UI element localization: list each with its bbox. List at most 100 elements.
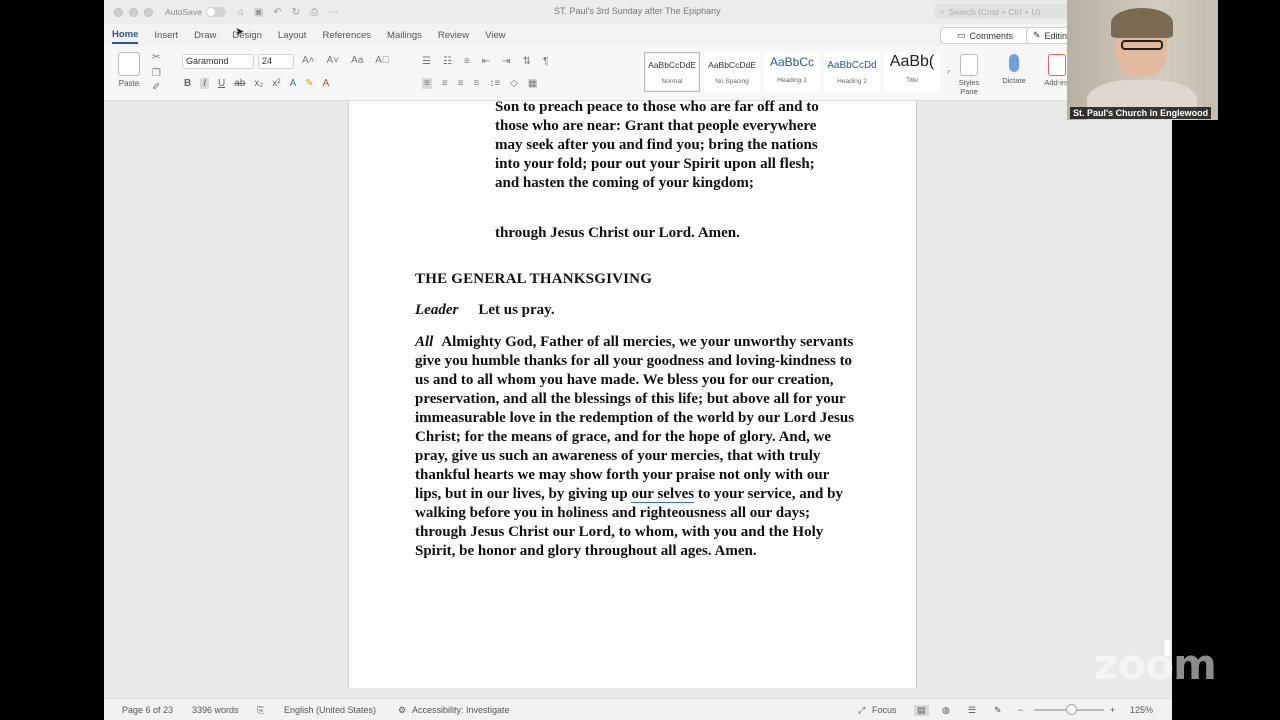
tab-insert[interactable]: Insert <box>154 28 178 43</box>
line-spacing-icon[interactable]: ↕≡ <box>489 78 500 89</box>
accessibility-status[interactable]: Accessibility: Investigate <box>412 705 510 715</box>
format-painter-icon[interactable]: ✐ <box>152 82 160 93</box>
minimize-window-button[interactable] <box>129 7 138 17</box>
title-bar: AutoSave ⌂ ▣ ↶ ↻ ⎙ ⋯ ST. Paul's 3rd Sund… <box>104 0 1172 24</box>
numbering-icon[interactable]: ☷ <box>443 56 452 67</box>
style-name: Heading 1 <box>777 77 807 84</box>
section-heading[interactable]: THE GENERAL THANKSGIVING <box>415 270 652 289</box>
borders-icon[interactable]: ▦ <box>528 78 537 89</box>
word-count[interactable]: 3396 words <box>192 705 239 715</box>
draft-view-icon[interactable]: ✎ <box>994 705 1002 716</box>
text-effects-icon[interactable]: A <box>290 78 297 89</box>
tab-view[interactable]: View <box>485 28 505 43</box>
grow-font-icon[interactable]: A˄ <box>302 55 315 66</box>
zoom-level[interactable]: 125% <box>1130 705 1153 715</box>
more-icon[interactable]: ⋯ <box>328 7 338 18</box>
zoom-out-icon[interactable]: − <box>1018 705 1023 715</box>
quick-access-toolbar: ⌂ ▣ ↶ ↻ ⎙ ⋯ <box>238 7 338 18</box>
collect-paragraph[interactable]: Son to preach peace to those who are far… <box>495 98 835 193</box>
collect-amen[interactable]: through Jesus Christ our Lord. Amen. <box>495 224 740 243</box>
style-no-spacing[interactable]: AaBbCcDdE No Spacing <box>704 52 760 92</box>
style-heading-2[interactable]: AaBbCcDd Heading 2 <box>824 52 880 92</box>
underline-icon[interactable]: U <box>218 78 225 89</box>
styles-more-icon[interactable]: › <box>947 66 950 76</box>
tab-mailings[interactable]: Mailings <box>387 28 422 43</box>
participant-video[interactable]: St. Paul's Church in Englewood <box>1067 0 1218 120</box>
increase-indent-icon[interactable]: ⇥ <box>502 56 510 67</box>
style-normal[interactable]: AaBbCcDdE Normal <box>644 52 700 92</box>
all-label: All <box>415 334 434 350</box>
sort-icon[interactable]: ⇅ <box>523 56 531 67</box>
save-icon[interactable]: ▣ <box>254 7 263 18</box>
strikethrough-icon[interactable]: ab <box>234 78 245 89</box>
tab-home[interactable]: Home <box>112 27 139 44</box>
comments-button[interactable]: ▭ Comments <box>940 27 1030 44</box>
focus-label[interactable]: Focus <box>872 705 897 715</box>
style-name: No Spacing <box>715 78 749 85</box>
italic-icon[interactable]: I <box>200 78 210 89</box>
home-icon[interactable]: ⌂ <box>238 7 244 18</box>
page-count[interactable]: Page 6 of 23 <box>122 705 173 715</box>
zoom-in-icon[interactable]: + <box>1110 705 1115 715</box>
shrink-font-icon[interactable]: A˅ <box>327 55 340 66</box>
bold-icon[interactable]: B <box>184 78 191 89</box>
leader-label: Leader <box>415 302 459 318</box>
tab-layout[interactable]: Layout <box>278 28 307 43</box>
tab-review[interactable]: Review <box>438 28 469 43</box>
show-formatting-icon[interactable]: ¶ <box>543 56 548 67</box>
addins-icon <box>1048 54 1066 76</box>
zoom-window-button[interactable] <box>144 7 153 17</box>
font-color-icon[interactable]: A <box>323 78 330 89</box>
decrease-indent-icon[interactable]: ⇤ <box>482 56 490 67</box>
copy-icon[interactable]: ❐ <box>152 68 161 79</box>
align-center-icon[interactable]: ≡ <box>442 78 448 89</box>
bullets-icon[interactable]: ☰ <box>422 56 431 67</box>
style-name: Normal <box>661 78 683 85</box>
paste-button[interactable]: Paste <box>114 52 144 96</box>
thanksgiving-paragraph[interactable]: All Almighty God, Father of all mercies, … <box>415 333 855 561</box>
superscript-icon[interactable]: x² <box>272 78 280 89</box>
language-status[interactable]: English (United States) <box>284 705 376 715</box>
screen: AutoSave ⌂ ▣ ↶ ↻ ⎙ ⋯ ST. Paul's 3rd Sund… <box>0 0 1280 720</box>
redo-icon[interactable]: ↻ <box>292 7 300 18</box>
grammar-flagged-text[interactable]: our selves <box>631 486 695 503</box>
multilevel-list-icon[interactable]: ≡ <box>464 56 470 67</box>
tab-references[interactable]: References <box>322 28 371 43</box>
zoom-slider-handle[interactable] <box>1066 704 1077 715</box>
cut-icon[interactable]: ✂ <box>152 52 160 63</box>
font-name-select[interactable]: Garamond <box>182 54 254 69</box>
dictate-button[interactable]: Dictate <box>998 54 1030 85</box>
leader-line[interactable]: Leader Let us pray. <box>415 301 555 320</box>
align-left-icon[interactable]: ≡ <box>422 78 432 89</box>
style-name: Heading 2 <box>837 78 867 85</box>
accessibility-icon[interactable]: ⚙ <box>398 705 406 716</box>
font-size-select[interactable]: 24 <box>258 54 294 69</box>
document-page[interactable]: Son to preach peace to those who are far… <box>348 98 917 688</box>
search-placeholder: Search (Cmd + Ctrl + U) <box>948 6 1041 17</box>
align-right-icon[interactable]: ≡ <box>458 78 464 89</box>
document-title[interactable]: ST. Paul's 3rd Sunday after The Epiphany <box>554 6 721 16</box>
autosave-toggle[interactable] <box>205 7 226 17</box>
justify-icon[interactable]: ≡ <box>474 78 480 89</box>
font-format-controls: B I U ab x₂ x² A ✎ A <box>184 78 329 89</box>
document-canvas[interactable]: Son to preach peace to those who are far… <box>104 98 1172 688</box>
clear-formatting-icon[interactable]: A⃠ <box>375 55 389 66</box>
style-title[interactable]: AaBb( Title <box>884 52 940 92</box>
tab-draw[interactable]: Draw <box>194 28 216 43</box>
print-layout-icon[interactable]: ▤ <box>914 705 929 716</box>
web-layout-icon[interactable]: ◍ <box>942 705 950 716</box>
style-heading-1[interactable]: AaBbCc Heading 1 <box>764 52 820 92</box>
close-window-button[interactable] <box>114 7 123 17</box>
search-icon: ⌕ <box>940 6 945 16</box>
undo-icon[interactable]: ↶ <box>273 7 281 18</box>
proofing-icon[interactable]: ⎘ <box>257 705 264 716</box>
outline-view-icon[interactable]: ☰ <box>968 705 976 716</box>
shading-icon[interactable]: ◇ <box>510 78 518 89</box>
highlight-icon[interactable]: ✎ <box>305 78 313 89</box>
focus-icon[interactable]: ⤢ <box>858 705 865 716</box>
styles-pane-button[interactable]: Styles Pane <box>956 54 982 96</box>
subscript-icon[interactable]: x₂ <box>254 78 263 89</box>
print-icon[interactable]: ⎙ <box>310 7 318 18</box>
change-case-icon[interactable]: Aa <box>351 55 363 66</box>
scrollbar-thumb[interactable] <box>1164 640 1170 656</box>
